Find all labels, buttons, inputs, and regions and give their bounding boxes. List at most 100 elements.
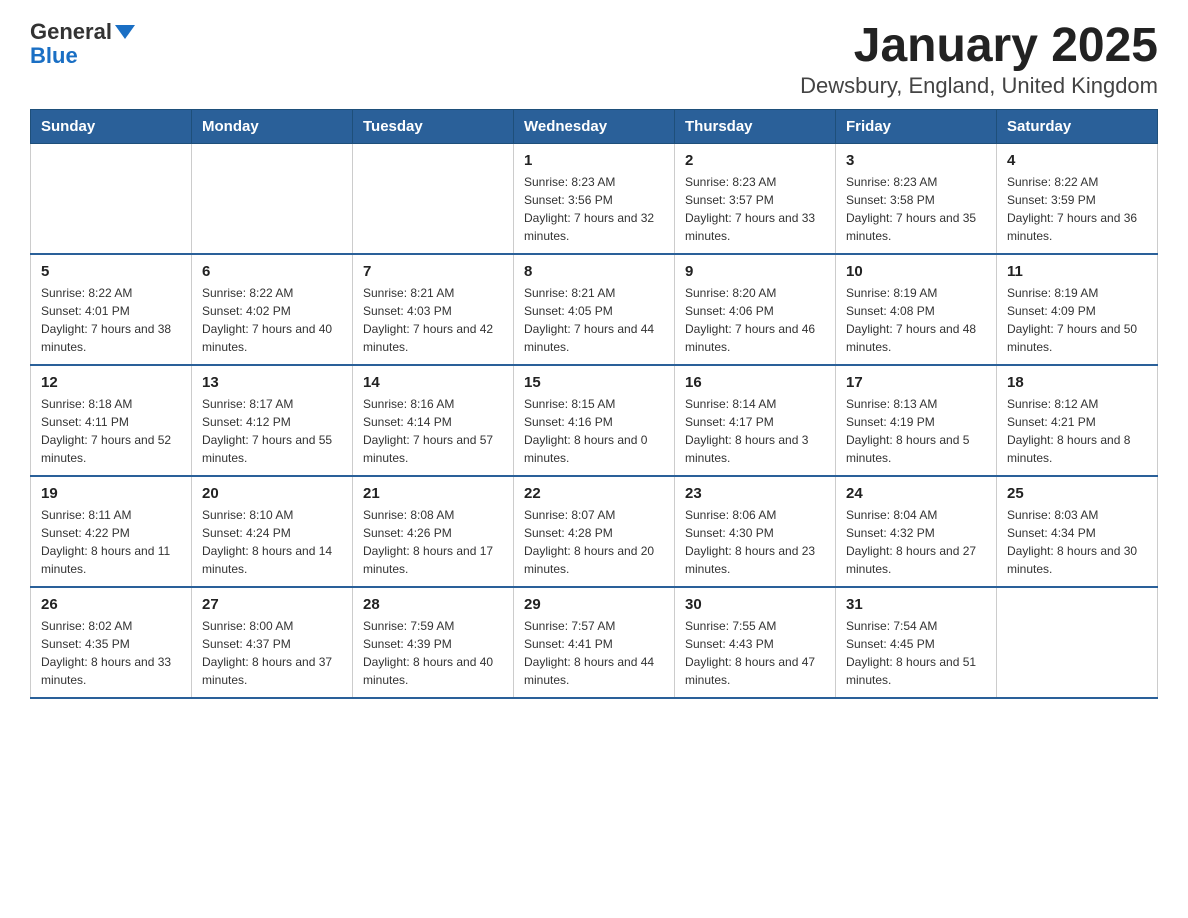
calendar-cell: 12 Sunrise: 8:18 AMSunset: 4:11 PMDayligh… <box>31 365 192 476</box>
calendar-cell: 29Sunrise: 7:57 AMSunset: 4:41 PMDayligh… <box>514 587 675 698</box>
calendar-cell: 22 Sunrise: 8:07 AMSunset: 4:28 PMDayligh… <box>514 476 675 587</box>
calendar-cell: 2 Sunrise: 8:23 AMSunset: 3:57 PMDaylight… <box>675 143 836 254</box>
day-number: 25 <box>1007 485 1147 502</box>
day-number: 27 <box>202 596 342 613</box>
day-info: Sunrise: 8:13 AMSunset: 4:19 PMDaylight:… <box>846 395 986 467</box>
day-info: Sunrise: 8:23 AMSunset: 3:56 PMDaylight:… <box>524 173 664 245</box>
calendar-cell: 10Sunrise: 8:19 AMSunset: 4:08 PMDayligh… <box>836 254 997 365</box>
day-info: Sunrise: 8:18 AMSunset: 4:11 PMDaylight:… <box>41 395 181 467</box>
day-info: Sunrise: 8:22 AMSunset: 4:01 PMDaylight:… <box>41 284 181 356</box>
day-info: Sunrise: 8:02 AMSunset: 4:35 PMDaylight:… <box>41 617 181 689</box>
day-number: 22 <box>524 485 664 502</box>
day-info: Sunrise: 8:16 AMSunset: 4:14 PMDaylight:… <box>363 395 503 467</box>
calendar-week-row-5: 26 Sunrise: 8:02 AMSunset: 4:35 PMDayligh… <box>31 587 1158 698</box>
calendar-header-monday: Monday <box>192 109 353 143</box>
day-number: 26 <box>41 596 181 613</box>
day-number: 21 <box>363 485 503 502</box>
calendar-cell: 16 Sunrise: 8:14 AMSunset: 4:17 PMDayligh… <box>675 365 836 476</box>
day-number: 30 <box>685 596 825 613</box>
day-info: Sunrise: 7:55 AMSunset: 4:43 PMDaylight:… <box>685 617 825 689</box>
calendar-cell <box>353 143 514 254</box>
page-header: General Blue January 2025 Dewsbury, Engl… <box>30 20 1158 99</box>
day-info: Sunrise: 8:21 AMSunset: 4:05 PMDaylight:… <box>524 284 664 356</box>
calendar-header-wednesday: Wednesday <box>514 109 675 143</box>
day-info: Sunrise: 8:10 AMSunset: 4:24 PMDaylight:… <box>202 506 342 578</box>
day-info: Sunrise: 8:22 AMSunset: 3:59 PMDaylight:… <box>1007 173 1147 245</box>
day-number: 12 <box>41 374 181 391</box>
day-info: Sunrise: 8:12 AMSunset: 4:21 PMDaylight:… <box>1007 395 1147 467</box>
calendar-cell: 18 Sunrise: 8:12 AMSunset: 4:21 PMDayligh… <box>997 365 1158 476</box>
calendar-cell: 19 Sunrise: 8:11 AMSunset: 4:22 PMDayligh… <box>31 476 192 587</box>
calendar-header-sunday: Sunday <box>31 109 192 143</box>
day-number: 24 <box>846 485 986 502</box>
day-info: Sunrise: 8:11 AMSunset: 4:22 PMDaylight:… <box>41 506 181 578</box>
calendar-cell: 27 Sunrise: 8:00 AMSunset: 4:37 PMDayligh… <box>192 587 353 698</box>
day-number: 1 <box>524 152 664 169</box>
calendar-cell: 11Sunrise: 8:19 AMSunset: 4:09 PMDayligh… <box>997 254 1158 365</box>
calendar-cell: 26 Sunrise: 8:02 AMSunset: 4:35 PMDayligh… <box>31 587 192 698</box>
calendar-header-friday: Friday <box>836 109 997 143</box>
logo: General Blue <box>30 20 135 68</box>
day-number: 18 <box>1007 374 1147 391</box>
day-number: 4 <box>1007 152 1147 169</box>
day-number: 3 <box>846 152 986 169</box>
day-number: 11 <box>1007 263 1147 280</box>
calendar-header-tuesday: Tuesday <box>353 109 514 143</box>
calendar-table: SundayMondayTuesdayWednesdayThursdayFrid… <box>30 109 1158 699</box>
day-info: Sunrise: 8:07 AMSunset: 4:28 PMDaylight:… <box>524 506 664 578</box>
calendar-cell: 8 Sunrise: 8:21 AMSunset: 4:05 PMDaylight… <box>514 254 675 365</box>
day-info: Sunrise: 8:04 AMSunset: 4:32 PMDaylight:… <box>846 506 986 578</box>
calendar-cell: 17 Sunrise: 8:13 AMSunset: 4:19 PMDayligh… <box>836 365 997 476</box>
logo-general-text: General <box>30 20 112 44</box>
day-number: 28 <box>363 596 503 613</box>
calendar-cell: 14 Sunrise: 8:16 AMSunset: 4:14 PMDayligh… <box>353 365 514 476</box>
calendar-header-thursday: Thursday <box>675 109 836 143</box>
day-number: 9 <box>685 263 825 280</box>
title-block: January 2025 Dewsbury, England, United K… <box>800 20 1158 99</box>
calendar-cell: 31 Sunrise: 7:54 AMSunset: 4:45 PMDayligh… <box>836 587 997 698</box>
calendar-cell: 7Sunrise: 8:21 AMSunset: 4:03 PMDaylight… <box>353 254 514 365</box>
calendar-week-row-3: 12 Sunrise: 8:18 AMSunset: 4:11 PMDayligh… <box>31 365 1158 476</box>
calendar-cell: 3 Sunrise: 8:23 AMSunset: 3:58 PMDaylight… <box>836 143 997 254</box>
calendar-week-row-1: 1 Sunrise: 8:23 AMSunset: 3:56 PMDaylight… <box>31 143 1158 254</box>
calendar-header-saturday: Saturday <box>997 109 1158 143</box>
day-number: 13 <box>202 374 342 391</box>
day-number: 29 <box>524 596 664 613</box>
calendar-cell: 4 Sunrise: 8:22 AMSunset: 3:59 PMDaylight… <box>997 143 1158 254</box>
calendar-cell: 13 Sunrise: 8:17 AMSunset: 4:12 PMDayligh… <box>192 365 353 476</box>
calendar-cell <box>997 587 1158 698</box>
day-number: 2 <box>685 152 825 169</box>
day-number: 8 <box>524 263 664 280</box>
calendar-cell <box>31 143 192 254</box>
day-number: 17 <box>846 374 986 391</box>
calendar-cell: 25 Sunrise: 8:03 AMSunset: 4:34 PMDayligh… <box>997 476 1158 587</box>
calendar-cell: 9Sunrise: 8:20 AMSunset: 4:06 PMDaylight… <box>675 254 836 365</box>
day-info: Sunrise: 8:08 AMSunset: 4:26 PMDaylight:… <box>363 506 503 578</box>
calendar-cell: 30 Sunrise: 7:55 AMSunset: 4:43 PMDayligh… <box>675 587 836 698</box>
day-info: Sunrise: 8:22 AMSunset: 4:02 PMDaylight:… <box>202 284 342 356</box>
day-info: Sunrise: 8:23 AMSunset: 3:57 PMDaylight:… <box>685 173 825 245</box>
calendar-cell: 5 Sunrise: 8:22 AMSunset: 4:01 PMDaylight… <box>31 254 192 365</box>
day-number: 20 <box>202 485 342 502</box>
day-number: 19 <box>41 485 181 502</box>
day-number: 31 <box>846 596 986 613</box>
logo-blue-text: Blue <box>30 44 78 68</box>
day-number: 14 <box>363 374 503 391</box>
day-number: 16 <box>685 374 825 391</box>
day-number: 10 <box>846 263 986 280</box>
day-info: Sunrise: 8:00 AMSunset: 4:37 PMDaylight:… <box>202 617 342 689</box>
day-info: Sunrise: 8:14 AMSunset: 4:17 PMDaylight:… <box>685 395 825 467</box>
calendar-week-row-4: 19 Sunrise: 8:11 AMSunset: 4:22 PMDayligh… <box>31 476 1158 587</box>
day-info: Sunrise: 8:23 AMSunset: 3:58 PMDaylight:… <box>846 173 986 245</box>
day-info: Sunrise: 7:54 AMSunset: 4:45 PMDaylight:… <box>846 617 986 689</box>
day-info: Sunrise: 8:21 AMSunset: 4:03 PMDaylight:… <box>363 284 503 356</box>
day-info: Sunrise: 8:15 AMSunset: 4:16 PMDaylight:… <box>524 395 664 467</box>
day-number: 5 <box>41 263 181 280</box>
calendar-cell: 1 Sunrise: 8:23 AMSunset: 3:56 PMDaylight… <box>514 143 675 254</box>
calendar-week-row-2: 5 Sunrise: 8:22 AMSunset: 4:01 PMDaylight… <box>31 254 1158 365</box>
day-info: Sunrise: 7:59 AMSunset: 4:39 PMDaylight:… <box>363 617 503 689</box>
day-info: Sunrise: 8:03 AMSunset: 4:34 PMDaylight:… <box>1007 506 1147 578</box>
calendar-cell: 21 Sunrise: 8:08 AMSunset: 4:26 PMDayligh… <box>353 476 514 587</box>
day-info: Sunrise: 8:17 AMSunset: 4:12 PMDaylight:… <box>202 395 342 467</box>
logo-triangle-icon <box>115 25 135 39</box>
